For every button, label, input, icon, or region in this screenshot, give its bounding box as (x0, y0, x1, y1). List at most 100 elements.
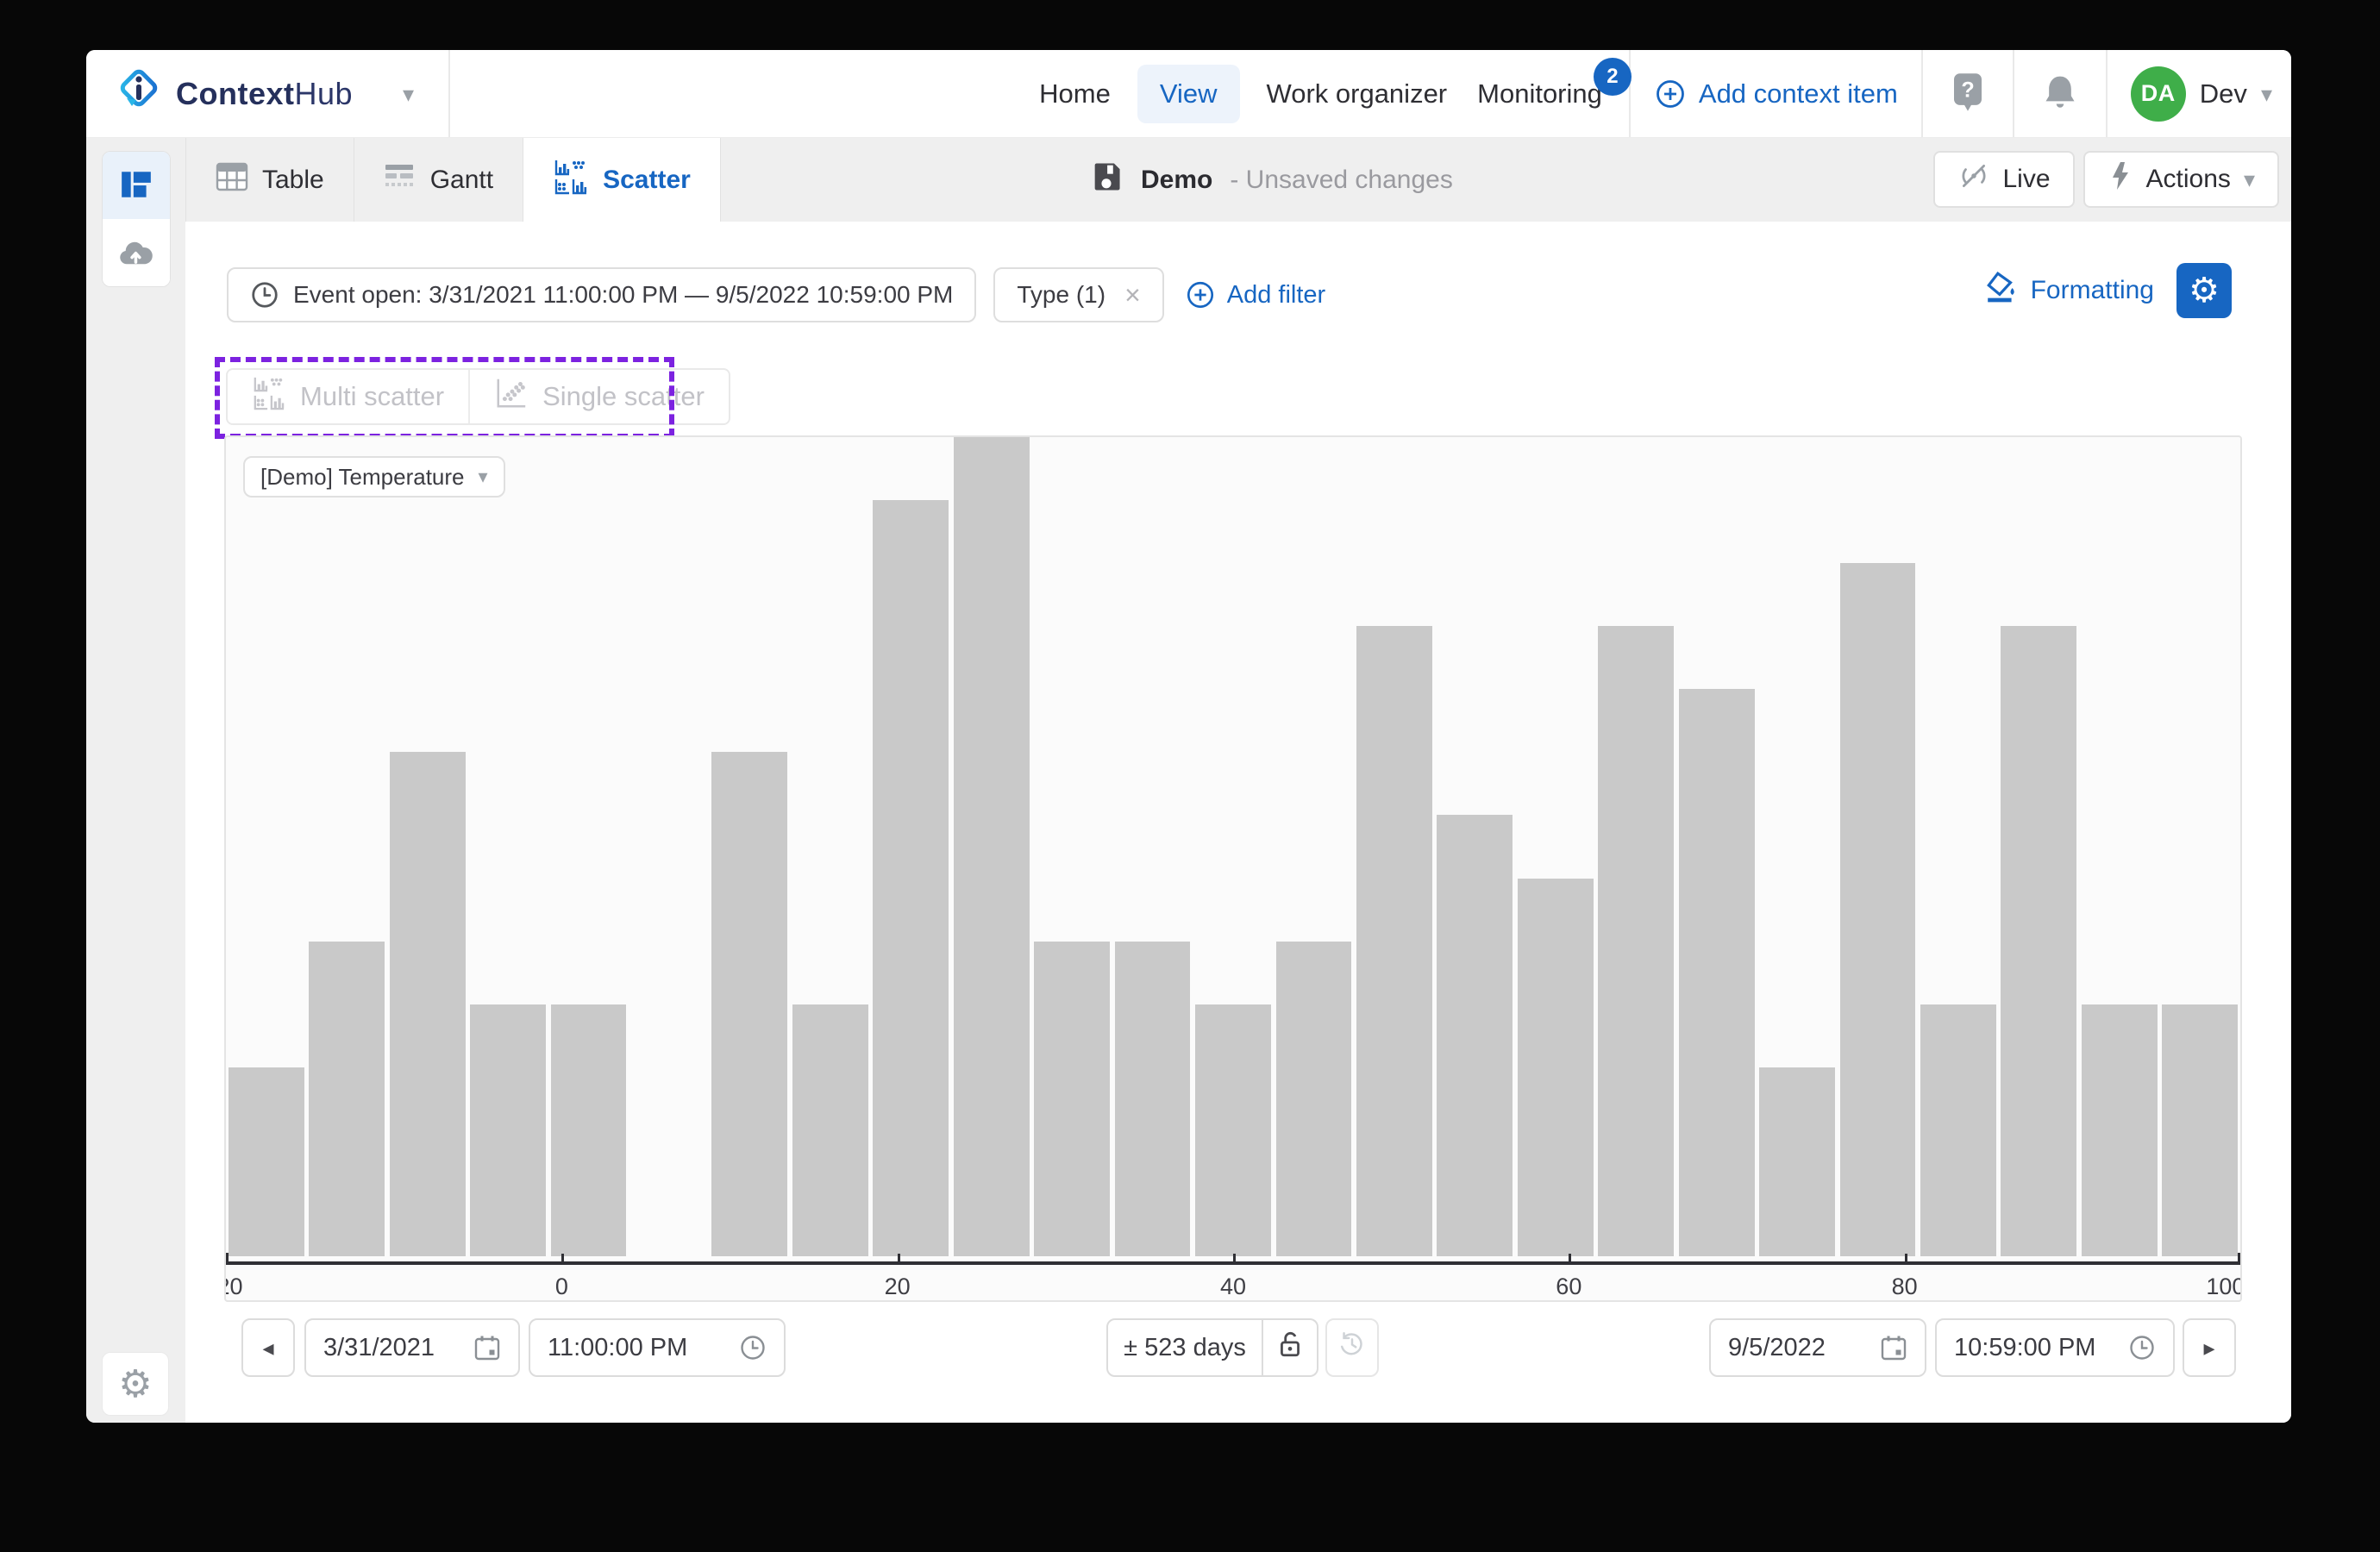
histogram-bar (1195, 1004, 1271, 1256)
live-button[interactable]: Live (1933, 151, 2075, 208)
layout-panel-button[interactable] (103, 152, 170, 219)
clock-icon (739, 1334, 767, 1361)
histogram-plot[interactable] (226, 437, 2240, 1256)
x-axis-label: 60 (1556, 1274, 1581, 1300)
histogram-bar (551, 1004, 627, 1256)
single-scatter-label: Single scatter (542, 381, 705, 412)
paint-bucket-icon (1984, 270, 2019, 311)
x-axis-label: -20 (226, 1274, 243, 1300)
single-scatter-icon (494, 376, 529, 417)
tab-gantt[interactable]: Gantt (354, 138, 523, 222)
x-axis-label: 40 (1220, 1274, 1246, 1300)
workspace-caret-icon[interactable]: ▾ (403, 83, 414, 105)
formatting-button[interactable]: Formatting (1984, 270, 2154, 311)
x-axis-tick (1233, 1254, 1236, 1263)
user-menu[interactable]: DA Dev ▾ (2131, 66, 2272, 122)
histogram-bar (1598, 626, 1674, 1256)
histogram-bar (711, 752, 787, 1256)
tab-scatter[interactable]: Scatter (523, 138, 721, 222)
tab-scatter-label: Scatter (603, 166, 691, 195)
tab-table-label: Table (262, 166, 324, 195)
histogram-bar (1356, 626, 1432, 1256)
navbar-divider (448, 50, 450, 137)
histogram-bar (1840, 563, 1916, 1256)
add-context-item-label: Add context item (1699, 78, 1898, 110)
document-status: - Unsaved changes (1230, 166, 1453, 195)
type-filter-pill[interactable]: Type (1) × (993, 267, 1163, 322)
navbar-divider (2106, 50, 2108, 137)
formatting-group: Formatting ⚙ (1984, 263, 2232, 318)
help-icon: ? (1950, 72, 1986, 116)
shift-range-back-button[interactable]: ◂ (241, 1318, 295, 1377)
lock-range-button[interactable] (1262, 1320, 1317, 1375)
histogram-bar (954, 437, 1030, 1256)
formatting-label: Formatting (2031, 276, 2154, 305)
navbar-menu: Home View Work organizer Monitoring 2 Ad… (1036, 50, 2272, 137)
histogram-bar (1679, 689, 1755, 1256)
end-time-field[interactable]: 10:59:00 PM (1935, 1318, 2175, 1377)
gear-icon: ⚙ (118, 1362, 152, 1406)
scatter-icon (553, 159, 589, 202)
end-date-value: 9/5/2022 (1728, 1334, 1826, 1362)
actions-label: Actions (2146, 165, 2231, 194)
event-open-filter-pill[interactable]: Event open: 3/31/2021 11:00:00 PM — 9/5/… (227, 267, 976, 322)
calendar-icon (1880, 1334, 1907, 1361)
x-axis-labels: -20020406080100 (226, 1274, 2240, 1301)
main-content: Event open: 3/31/2021 11:00:00 PM — 9/5/… (185, 222, 2291, 1423)
time-range-bar: ◂ 3/31/2021 11:00:00 PM (185, 1318, 2291, 1377)
contexthub-logo-icon (116, 69, 160, 118)
nav-monitoring-label: Monitoring (1477, 78, 1602, 109)
actions-caret-icon: ▾ (2244, 168, 2255, 191)
histogram-bar (1034, 942, 1110, 1256)
actions-button[interactable]: Actions ▾ (2083, 151, 2279, 208)
lightning-icon (2108, 160, 2133, 198)
start-time-value: 11:00:00 PM (548, 1334, 687, 1362)
tab-table[interactable]: Table (185, 138, 354, 222)
add-filter-button[interactable]: Add filter (1185, 279, 1325, 310)
series-selector[interactable]: [Demo] Temperature ▾ (243, 456, 505, 498)
navbar-divider (1629, 50, 1631, 137)
save-icon[interactable] (1089, 160, 1124, 201)
single-scatter-button[interactable]: Single scatter (468, 370, 729, 423)
histogram-bar (1920, 1004, 1996, 1256)
shift-range-forward-button[interactable]: ▸ (2183, 1318, 2236, 1377)
calendar-icon (473, 1334, 501, 1361)
chart-settings-button[interactable]: ⚙ (2176, 263, 2232, 318)
lock-open-icon (1275, 1330, 1305, 1366)
add-context-item-button[interactable]: Add context item (1654, 78, 1898, 110)
histogram-bar (873, 500, 949, 1256)
start-time-field[interactable]: 11:00:00 PM (529, 1318, 786, 1377)
document-title-group: Demo - Unsaved changes (1089, 138, 1453, 222)
start-date-field[interactable]: 3/31/2021 (304, 1318, 520, 1377)
nav-monitoring[interactable]: Monitoring 2 (1474, 70, 1606, 118)
histogram-bar (2082, 1004, 2158, 1256)
x-axis-label: 20 (885, 1274, 911, 1300)
settings-button[interactable]: ⚙ (102, 1352, 169, 1416)
range-duration-value[interactable]: ± 523 days (1108, 1334, 1262, 1362)
sidebar-tool-card (102, 151, 171, 287)
series-selector-value: [Demo] Temperature (260, 464, 465, 491)
end-date-field[interactable]: 9/5/2022 (1709, 1318, 1926, 1377)
history-icon (1337, 1330, 1367, 1366)
reset-range-history-button[interactable] (1325, 1318, 1379, 1377)
view-tabs: Table Gantt (185, 138, 721, 222)
multi-scatter-button[interactable]: Multi scatter (228, 370, 468, 423)
nav-home[interactable]: Home (1036, 70, 1114, 118)
remove-type-filter-icon[interactable]: × (1124, 281, 1141, 309)
help-button[interactable]: ? (1946, 68, 1989, 119)
nav-work-organizer[interactable]: Work organizer (1263, 70, 1451, 118)
nav-view[interactable]: View (1137, 65, 1240, 123)
histogram-bar (792, 1004, 868, 1256)
notifications-button[interactable] (2038, 70, 2082, 117)
multi-scatter-icon (252, 376, 286, 417)
document-title: Demo (1141, 166, 1212, 195)
left-sidebar: ⚙ (86, 222, 185, 1423)
scatter-mode-toggle: Multi scatter Single scatter (226, 368, 730, 425)
clock-icon (250, 280, 279, 310)
contexthub-logo[interactable]: ContextHub (116, 69, 353, 118)
x-axis (226, 1261, 2240, 1265)
monitoring-badge: 2 (1594, 58, 1632, 96)
histogram-bar (1115, 942, 1191, 1256)
user-caret-icon: ▾ (2261, 83, 2272, 105)
upload-button[interactable] (103, 219, 170, 286)
